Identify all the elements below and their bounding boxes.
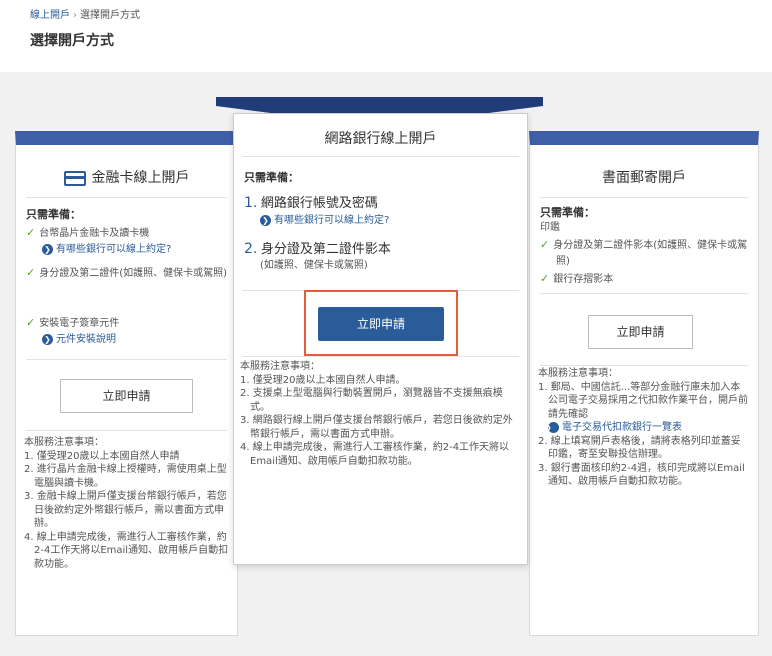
banks-link[interactable]: 有哪些銀行可以線上約定? [274, 215, 389, 226]
note-item: 1. 僅受理20歲以上本國自然人申請 [24, 450, 180, 462]
check-icon: ✓ [26, 226, 36, 239]
card-title: 書面郵寄開戶 [602, 170, 686, 186]
note-item: 4. 線上申請完成後，需進行人工審核作業，約2-4工作天將以Email通知、啟用… [24, 531, 229, 570]
note-item: 3. 網路銀行線上開戶僅支援台幣銀行帳戶，若您日後欲約定外幣銀行帳戶，需以書面方… [240, 415, 513, 440]
list-item: ✓ 身分證及第二證件(如護照、健保卡或駕照) [26, 266, 228, 279]
apply-button[interactable]: 立即申請 [60, 379, 193, 413]
note-item: 2. 進行晶片金融卡線上授權時，需使用桌上型電腦與讀卡機。 [24, 464, 227, 489]
list-item: ✓ 台幣晶片金融卡及讀卡機 ❯ 有哪些銀行可以線上約定? [26, 226, 172, 255]
list-item: 1. 網路銀行帳號及密碼 ❯ 有哪些銀行可以線上約定? [244, 195, 390, 226]
card-debit-online: 金融卡線上開戶 只需準備： ✓ 台幣晶片金融卡及讀卡機 ❯ 有哪些銀行可以線上約定?… [15, 131, 238, 636]
note-item: 3. 銀行書面核印約2-4週，核印完成將以Email通知、啟用帳戶自動扣款功能。 [538, 462, 745, 488]
breadcrumb: 線上開戶 › 選擇開戶方式 [30, 6, 140, 21]
card-title: 金融卡線上開戶 [16, 167, 237, 187]
notes: 本服務注意事項： 1. 僅受理20歲以上本國自然人申請。 2. 支援桌上型電腦與… [240, 360, 520, 468]
banks-link[interactable]: 有哪些銀行可以線上約定? [56, 244, 171, 255]
card-title: 網路銀行線上開戶 [324, 131, 437, 147]
card-paper-mail: 書面郵寄開戶 只需準備： 印鑑 ✓ 身分證及第二證件影本(如護照、健保卡或駕照) … [529, 131, 759, 636]
notes-title: 本服務注意事項： [240, 361, 320, 372]
prepare-label: 只需準備： [540, 206, 595, 219]
arrow-circle-icon: ❯ [42, 333, 53, 345]
list-item: ✓ 安裝電子簽章元件 ❯ 元件安裝說明 [26, 316, 120, 345]
notes: 本服務注意事項： 1. 郵局、中國信託...等部分金融行庫未加入本公司電子交易採… [538, 367, 750, 489]
check-icon: ✓ [540, 272, 550, 285]
prepare-label: 只需準備： [244, 171, 299, 184]
note-item: 2. 支援桌上型電腦與行動裝置開戶，瀏覽器皆不支援無痕模式。 [240, 388, 503, 413]
page-title: 選擇開戶方式 [30, 33, 114, 49]
arrow-circle-icon: ❯ [545, 421, 559, 433]
breadcrumb-home[interactable]: 線上開戶 [30, 10, 70, 21]
component-install-link[interactable]: 元件安裝說明 [56, 334, 116, 345]
prepare-label: 只需準備： [26, 208, 81, 221]
list-item: ✓ 身分證及第二證件影本(如護照、健保卡或駕照) [540, 238, 748, 267]
check-icon: ✓ [26, 266, 36, 279]
arrow-circle-icon: ❯ [42, 243, 53, 255]
notes-title: 本服務注意事項： [24, 437, 104, 448]
list-item: ✓ 銀行存摺影本 [540, 272, 614, 285]
header: 線上開戶 › 選擇開戶方式 選擇開戶方式 [0, 0, 772, 72]
note-item: 1. 郵局、中國信託...等部分金融行庫未加入本公司電子交易採用之代扣款作業平台… [538, 381, 748, 434]
note-item: 1. 僅受理20歲以上本國自然人申請。 [240, 374, 406, 386]
breadcrumb-current: 選擇開戶方式 [80, 10, 140, 21]
arrow-circle-icon: ❯ [260, 214, 271, 226]
apply-button[interactable]: 立即申請 [318, 307, 444, 341]
list-item: 2. 身分證及第二證件影本 (如護照、健保卡或駕照) [244, 241, 391, 271]
note-item: 4. 線上申請完成後，需進行人工審核作業，約2-4工作天將以Email通知、啟用… [240, 442, 510, 467]
notes: 本服務注意事項： 1. 僅受理20歲以上本國自然人申請 2. 進行晶片金融卡線上… [24, 436, 232, 571]
seal-label: 印鑑 [540, 222, 560, 233]
note-item: 2. 線上填寫開戶表格後，請將表格列印並蓋妥印鑑，寄至安聯投信辦理。 [538, 435, 741, 461]
note-item: 3. 金融卡線上開戶僅支援台幣銀行帳戶，若您日後欲約定外幣銀行帳戶，需以書面方式… [24, 491, 227, 529]
debit-bank-list-link[interactable]: 電子交易代扣款銀行一覽表 [562, 422, 682, 433]
apply-button[interactable]: 立即申請 [588, 315, 693, 349]
card-netbank-online: 網路銀行線上開戶 只需準備： 1. 網路銀行帳號及密碼 ❯ 有哪些銀行可以線上約定… [233, 113, 528, 565]
card-icon [63, 170, 86, 186]
breadcrumb-separator: › [73, 10, 77, 21]
notes-title: 本服務注意事項： [538, 368, 618, 379]
check-icon: ✓ [26, 316, 36, 329]
check-icon: ✓ [540, 238, 550, 251]
